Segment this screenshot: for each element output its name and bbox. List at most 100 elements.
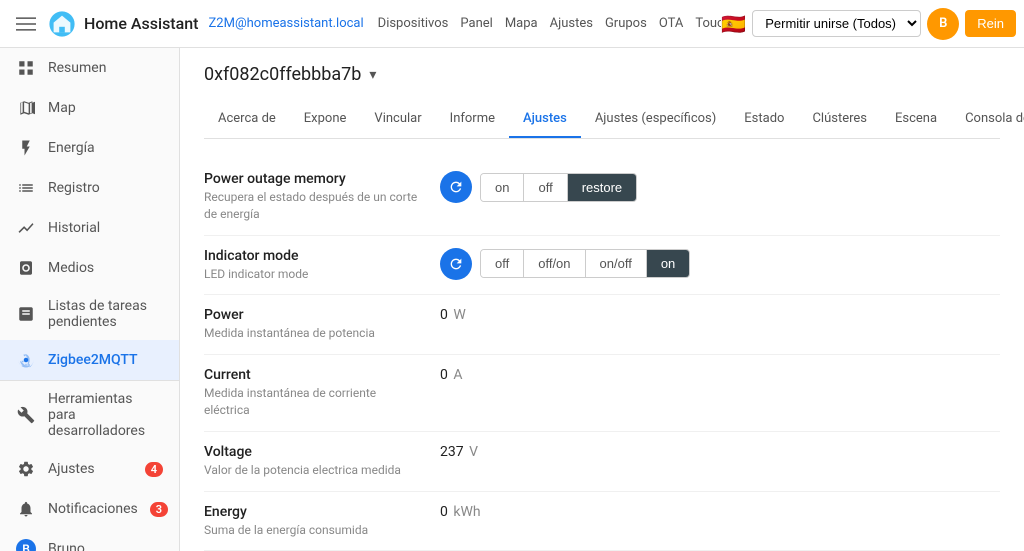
app-title: Home Assistant — [84, 14, 199, 33]
sidebar-item-energia[interactable]: Energía — [0, 128, 179, 168]
sidebar-label-medios: Medios — [48, 260, 94, 276]
indicator-mode-refresh[interactable] — [440, 248, 472, 280]
page-title-dropdown[interactable]: ▾ — [369, 67, 376, 83]
page-title: 0xf082c0ffebbba7b — [204, 64, 361, 85]
indicator-mode-btns: off off/on on/off on — [480, 249, 690, 278]
sidebar-bottom: Herramientas para desarrolladores Ajuste… — [0, 380, 179, 551]
tools-icon — [16, 405, 36, 425]
tab-consola-desarrollo[interactable]: Consola de desarrollo — [951, 101, 1024, 138]
tab-informe[interactable]: Informe — [436, 101, 509, 138]
power-title: Power — [204, 307, 424, 323]
media-icon — [16, 258, 36, 278]
indicator-mode-title: Indicator mode — [204, 248, 424, 264]
user-avatar: B — [927, 8, 959, 40]
bolt-icon — [16, 138, 36, 158]
indicator-offon-btn[interactable]: off/on — [524, 250, 585, 277]
row-power-outage-memory: Power outage memory Recupera el estado d… — [204, 159, 1000, 236]
sidebar-item-historial[interactable]: Historial — [0, 208, 179, 248]
flag-icon: 🇪🇸 — [721, 12, 746, 36]
current-title: Current — [204, 367, 424, 383]
topbar-nav: Z2M@homeassistant.local Dispositivos Pan… — [203, 12, 722, 35]
main-content: 0xf082c0ffebbba7b ▾ Acerca de Expone Vin… — [180, 48, 1024, 551]
power-outage-memory-btns: on off restore — [480, 173, 637, 202]
power-outage-memory-refresh[interactable] — [440, 171, 472, 203]
menu-icon[interactable] — [8, 6, 44, 42]
notificaciones-badge: 3 — [150, 502, 168, 517]
voltage-unit: V — [469, 444, 478, 460]
sidebar-label-resumen: Resumen — [48, 60, 106, 76]
sidebar-item-notificaciones[interactable]: Notificaciones 3 — [0, 489, 179, 529]
row-current: Current Medida instantánea de corriente … — [204, 355, 1000, 432]
topbar-nav-panel[interactable]: Panel — [456, 12, 496, 35]
power-value: 0 W — [440, 307, 466, 323]
sidebar-item-bruno[interactable]: B Bruno — [0, 529, 179, 551]
voltage-desc: Valor de la potencia electrica medida — [204, 462, 424, 479]
tab-clusteres[interactable]: Clústeres — [798, 101, 881, 138]
topbar-right: 🇪🇸 Permitir unirse (Todos) B Rein — [721, 8, 1016, 40]
row-voltage: Voltage Valor de la potencia electrica m… — [204, 432, 1000, 492]
topbar-nav-ajustes[interactable]: Ajustes — [546, 12, 597, 35]
sidebar-label-historial: Historial — [48, 220, 100, 236]
topbar-nav-mapa[interactable]: Mapa — [501, 12, 542, 35]
sidebar-label-dev-tools: Herramientas para desarrolladores — [48, 391, 163, 439]
sidebar-label-registro: Registro — [48, 180, 100, 196]
voltage-title: Voltage — [204, 444, 424, 460]
energy-value: 0 kWh — [440, 504, 481, 520]
chart-icon — [16, 218, 36, 238]
sidebar-item-ajustes[interactable]: Ajustes 4 — [0, 449, 179, 489]
topbar-nav-grupos[interactable]: Grupos — [601, 12, 651, 35]
current-desc: Medida instantánea de corriente eléctric… — [204, 385, 424, 419]
sidebar-item-dev-tools[interactable]: Herramientas para desarrolladores — [0, 381, 179, 449]
sidebar-item-resumen[interactable]: Resumen — [0, 48, 179, 88]
sidebar-item-zigbee2mqtt[interactable]: Zigbee2MQTT — [0, 340, 179, 380]
current-unit: A — [453, 367, 462, 383]
power-desc: Medida instantánea de potencia — [204, 325, 424, 342]
row-power: Power Medida instantánea de potencia 0 W — [204, 295, 1000, 355]
topbar-nav-dispositivos[interactable]: Dispositivos — [374, 12, 453, 35]
join-select[interactable]: Permitir unirse (Todos) — [752, 10, 921, 37]
energy-unit: kWh — [453, 504, 480, 520]
sidebar-item-tareas[interactable]: Listas de tareas pendientes — [0, 288, 179, 340]
sidebar-item-medios[interactable]: Medios — [0, 248, 179, 288]
sidebar-label-ajustes: Ajustes — [48, 461, 95, 477]
rein-button[interactable]: Rein — [965, 10, 1016, 37]
tab-vincular[interactable]: Vincular — [360, 101, 435, 138]
power-outage-on-btn[interactable]: on — [481, 174, 524, 201]
power-outage-restore-btn[interactable]: restore — [568, 174, 636, 201]
sidebar: Resumen Map Energía Registro Historial — [0, 48, 180, 551]
indicator-off-btn[interactable]: off — [481, 250, 524, 277]
sidebar-item-registro[interactable]: Registro — [0, 168, 179, 208]
sidebar-label-tareas: Listas de tareas pendientes — [48, 298, 163, 330]
sidebar-label-bruno: Bruno — [48, 541, 85, 551]
user-initial-icon: B — [16, 539, 36, 551]
indicator-onoff-btn[interactable]: on/off — [586, 250, 647, 277]
sidebar-label-notificaciones: Notificaciones — [48, 501, 138, 517]
map-icon — [16, 98, 36, 118]
topbar-url[interactable]: Z2M@homeassistant.local — [203, 12, 370, 35]
zigbee-icon — [16, 350, 36, 370]
topbar: Home Assistant Z2M@homeassistant.local D… — [0, 0, 1024, 48]
grid-icon — [16, 58, 36, 78]
tab-ajustes-especificos[interactable]: Ajustes (específicos) — [581, 101, 730, 138]
power-outage-off-btn[interactable]: off — [524, 174, 567, 201]
row-energy: Energy Suma de la energía consumida 0 kW… — [204, 492, 1000, 551]
page-header: 0xf082c0ffebbba7b ▾ — [204, 64, 1000, 85]
tab-expone[interactable]: Expone — [290, 101, 361, 138]
bell-icon — [16, 499, 36, 519]
tabs-bar: Acerca de Expone Vincular Informe Ajuste… — [204, 101, 1000, 139]
sidebar-label-zigbee2mqtt: Zigbee2MQTT — [48, 352, 138, 368]
tab-estado[interactable]: Estado — [730, 101, 798, 138]
topbar-nav-ota[interactable]: OTA — [655, 12, 688, 35]
topbar-nav-touchlink[interactable]: Touchlink — [691, 12, 721, 35]
power-unit: W — [453, 307, 465, 323]
energy-desc: Suma de la energía consumida — [204, 522, 424, 539]
indicator-on-btn[interactable]: on — [647, 250, 689, 277]
sidebar-label-map: Map — [48, 100, 76, 116]
tab-ajustes[interactable]: Ajustes — [509, 101, 581, 138]
gear-icon — [16, 459, 36, 479]
tab-escena[interactable]: Escena — [881, 101, 951, 138]
ajustes-badge: 4 — [145, 462, 163, 477]
tab-acerca-de[interactable]: Acerca de — [204, 101, 290, 138]
sidebar-item-map[interactable]: Map — [0, 88, 179, 128]
tasks-icon — [16, 304, 36, 324]
